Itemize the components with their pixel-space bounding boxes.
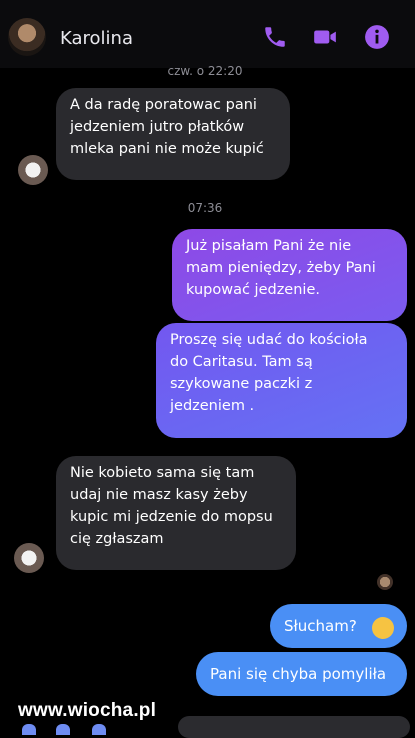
sender-avatar (14, 543, 44, 573)
video-camera-icon[interactable] (312, 24, 338, 50)
message-bubble-received[interactable]: Nie kobieto sama się tam udaj nie masz k… (56, 456, 296, 570)
contact-name[interactable]: Karolina (60, 28, 133, 49)
phone-icon[interactable] (262, 24, 288, 50)
image-icon[interactable] (92, 724, 106, 735)
timestamp: 07:36 (187, 201, 223, 215)
read-receipt-avatar (377, 574, 393, 590)
message-bubble-received[interactable]: A da radę poratowac pani jedzeniem jutro… (56, 88, 290, 180)
grinning-sweat-emoji-icon (372, 617, 394, 639)
timestamp: czw. o 22:20 (167, 64, 243, 78)
message-bubble-sent[interactable]: Już pisałam Pani że nie mam pieniędzy, ż… (172, 229, 407, 321)
message-bubble-sent[interactable]: Pani się chyba pomyliła (196, 652, 407, 696)
sender-avatar (18, 155, 48, 185)
watermark: www.wiocha.pl (18, 700, 157, 721)
camera-icon[interactable] (56, 724, 70, 735)
menu-icon[interactable] (22, 724, 36, 735)
contact-avatar[interactable] (8, 18, 46, 56)
message-bubble-sent[interactable]: Proszę się udać do kościoła do Caritasu.… (156, 323, 407, 438)
info-icon[interactable] (364, 24, 390, 50)
